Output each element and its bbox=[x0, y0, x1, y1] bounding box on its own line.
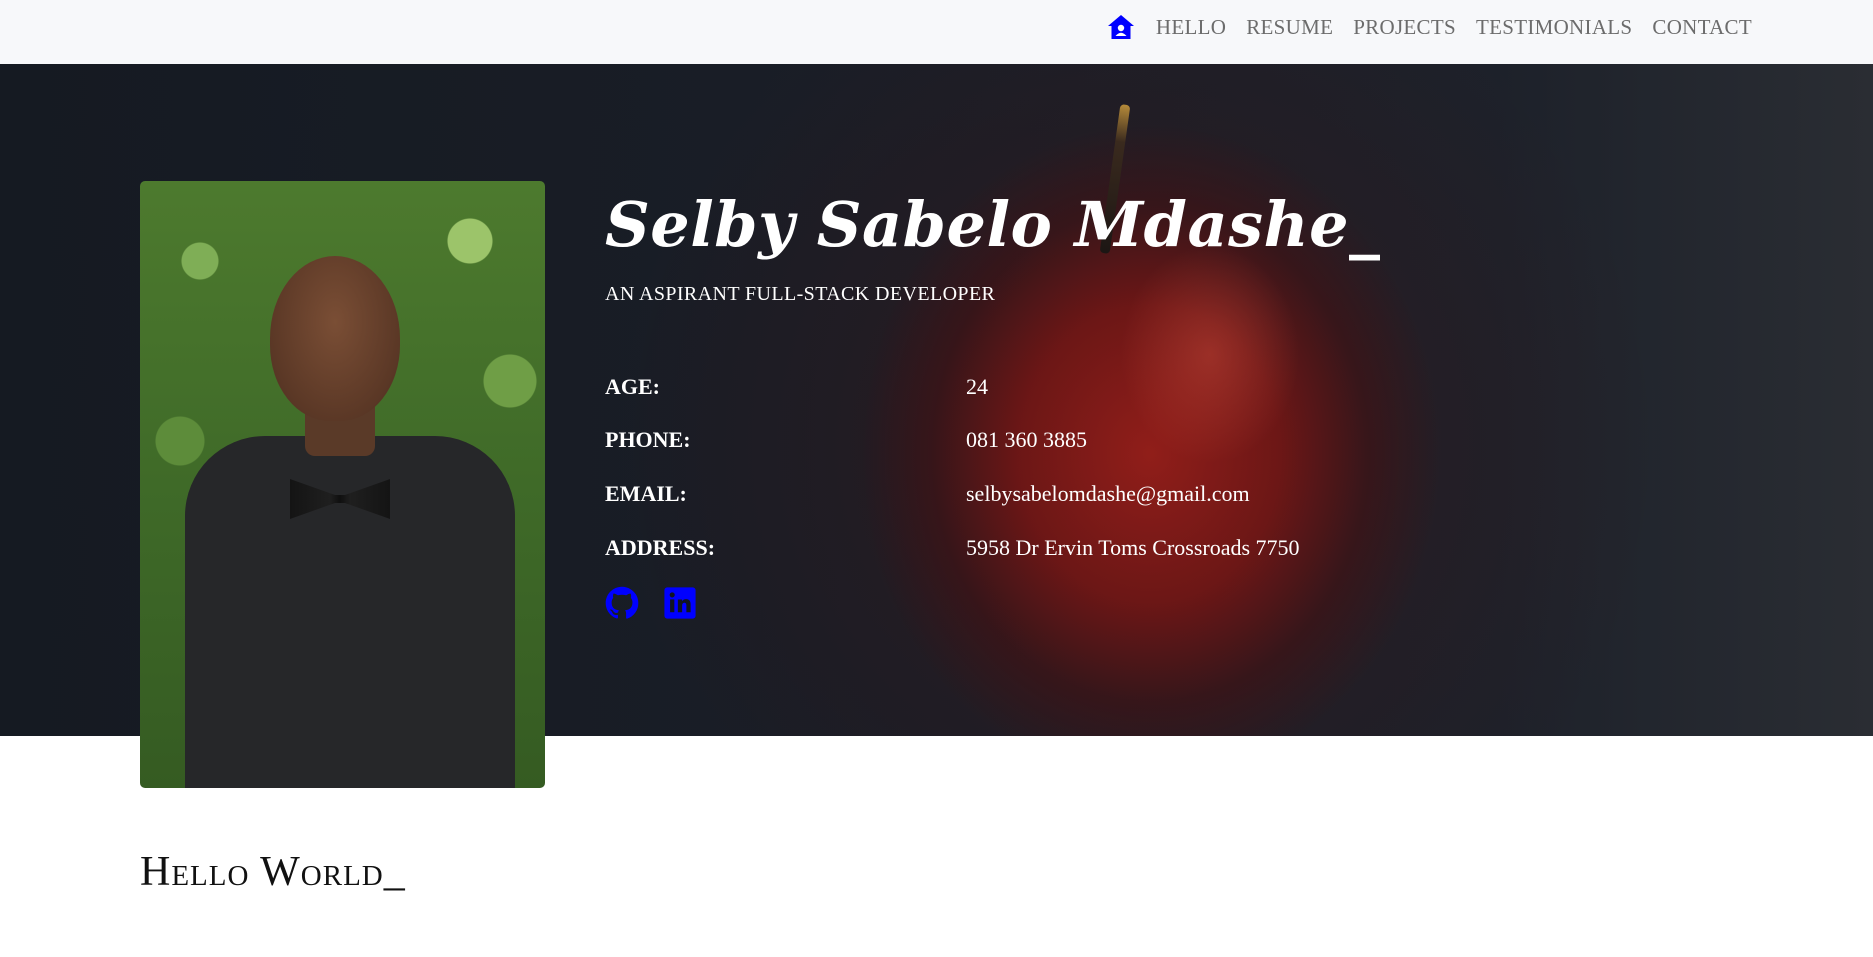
nav-menu: HELLO RESUME PROJECTS TESTIMONIALS CONTA… bbox=[1106, 0, 1752, 54]
nav-item-projects[interactable]: PROJECTS bbox=[1353, 15, 1456, 40]
info-label: AGE: bbox=[605, 374, 660, 399]
info-value: 081 360 3885 bbox=[966, 427, 1087, 452]
info-label: EMAIL: bbox=[605, 481, 687, 506]
info-label: PHONE: bbox=[605, 427, 691, 452]
nav-home-link[interactable] bbox=[1106, 12, 1136, 42]
linkedin-icon bbox=[664, 587, 696, 619]
profile-photo bbox=[140, 181, 545, 788]
info-value: 24 bbox=[966, 374, 988, 399]
top-navbar: HELLO RESUME PROJECTS TESTIMONIALS CONTA… bbox=[0, 0, 1873, 65]
info-value: 5958 Dr Ervin Toms Crossroads 7750 bbox=[966, 535, 1300, 560]
info-row-phone: PHONE: 081 360 3885 bbox=[605, 427, 1405, 457]
profile-name: Selby Sabelo Mdashe_ bbox=[605, 188, 1381, 261]
profile-tagline: AN ASPIRANT FULL-STACK DEVELOPER bbox=[605, 283, 996, 305]
linkedin-link[interactable] bbox=[663, 586, 697, 620]
nav-item-resume[interactable]: RESUME bbox=[1246, 15, 1333, 40]
info-row-age: AGE: 24 bbox=[605, 374, 1405, 404]
photo-head bbox=[270, 256, 400, 421]
info-label: ADDRESS: bbox=[605, 535, 716, 560]
hello-section-title: Hello World_ bbox=[140, 849, 406, 895]
nav-item-hello[interactable]: HELLO bbox=[1156, 15, 1226, 40]
nav-item-testimonials[interactable]: TESTIMONIALS bbox=[1476, 15, 1632, 40]
info-row-email: EMAIL: selbysabelomdashe@gmail.com bbox=[605, 481, 1405, 511]
info-row-address: ADDRESS: 5958 Dr Ervin Toms Crossroads 7… bbox=[605, 535, 1405, 565]
github-icon bbox=[605, 586, 639, 619]
social-links bbox=[605, 586, 697, 620]
info-value: selbysabelomdashe@gmail.com bbox=[966, 481, 1250, 506]
home-icon bbox=[1107, 15, 1134, 39]
github-link[interactable] bbox=[605, 586, 639, 620]
nav-item-contact[interactable]: CONTACT bbox=[1652, 15, 1752, 40]
photo-shirt bbox=[185, 436, 515, 788]
